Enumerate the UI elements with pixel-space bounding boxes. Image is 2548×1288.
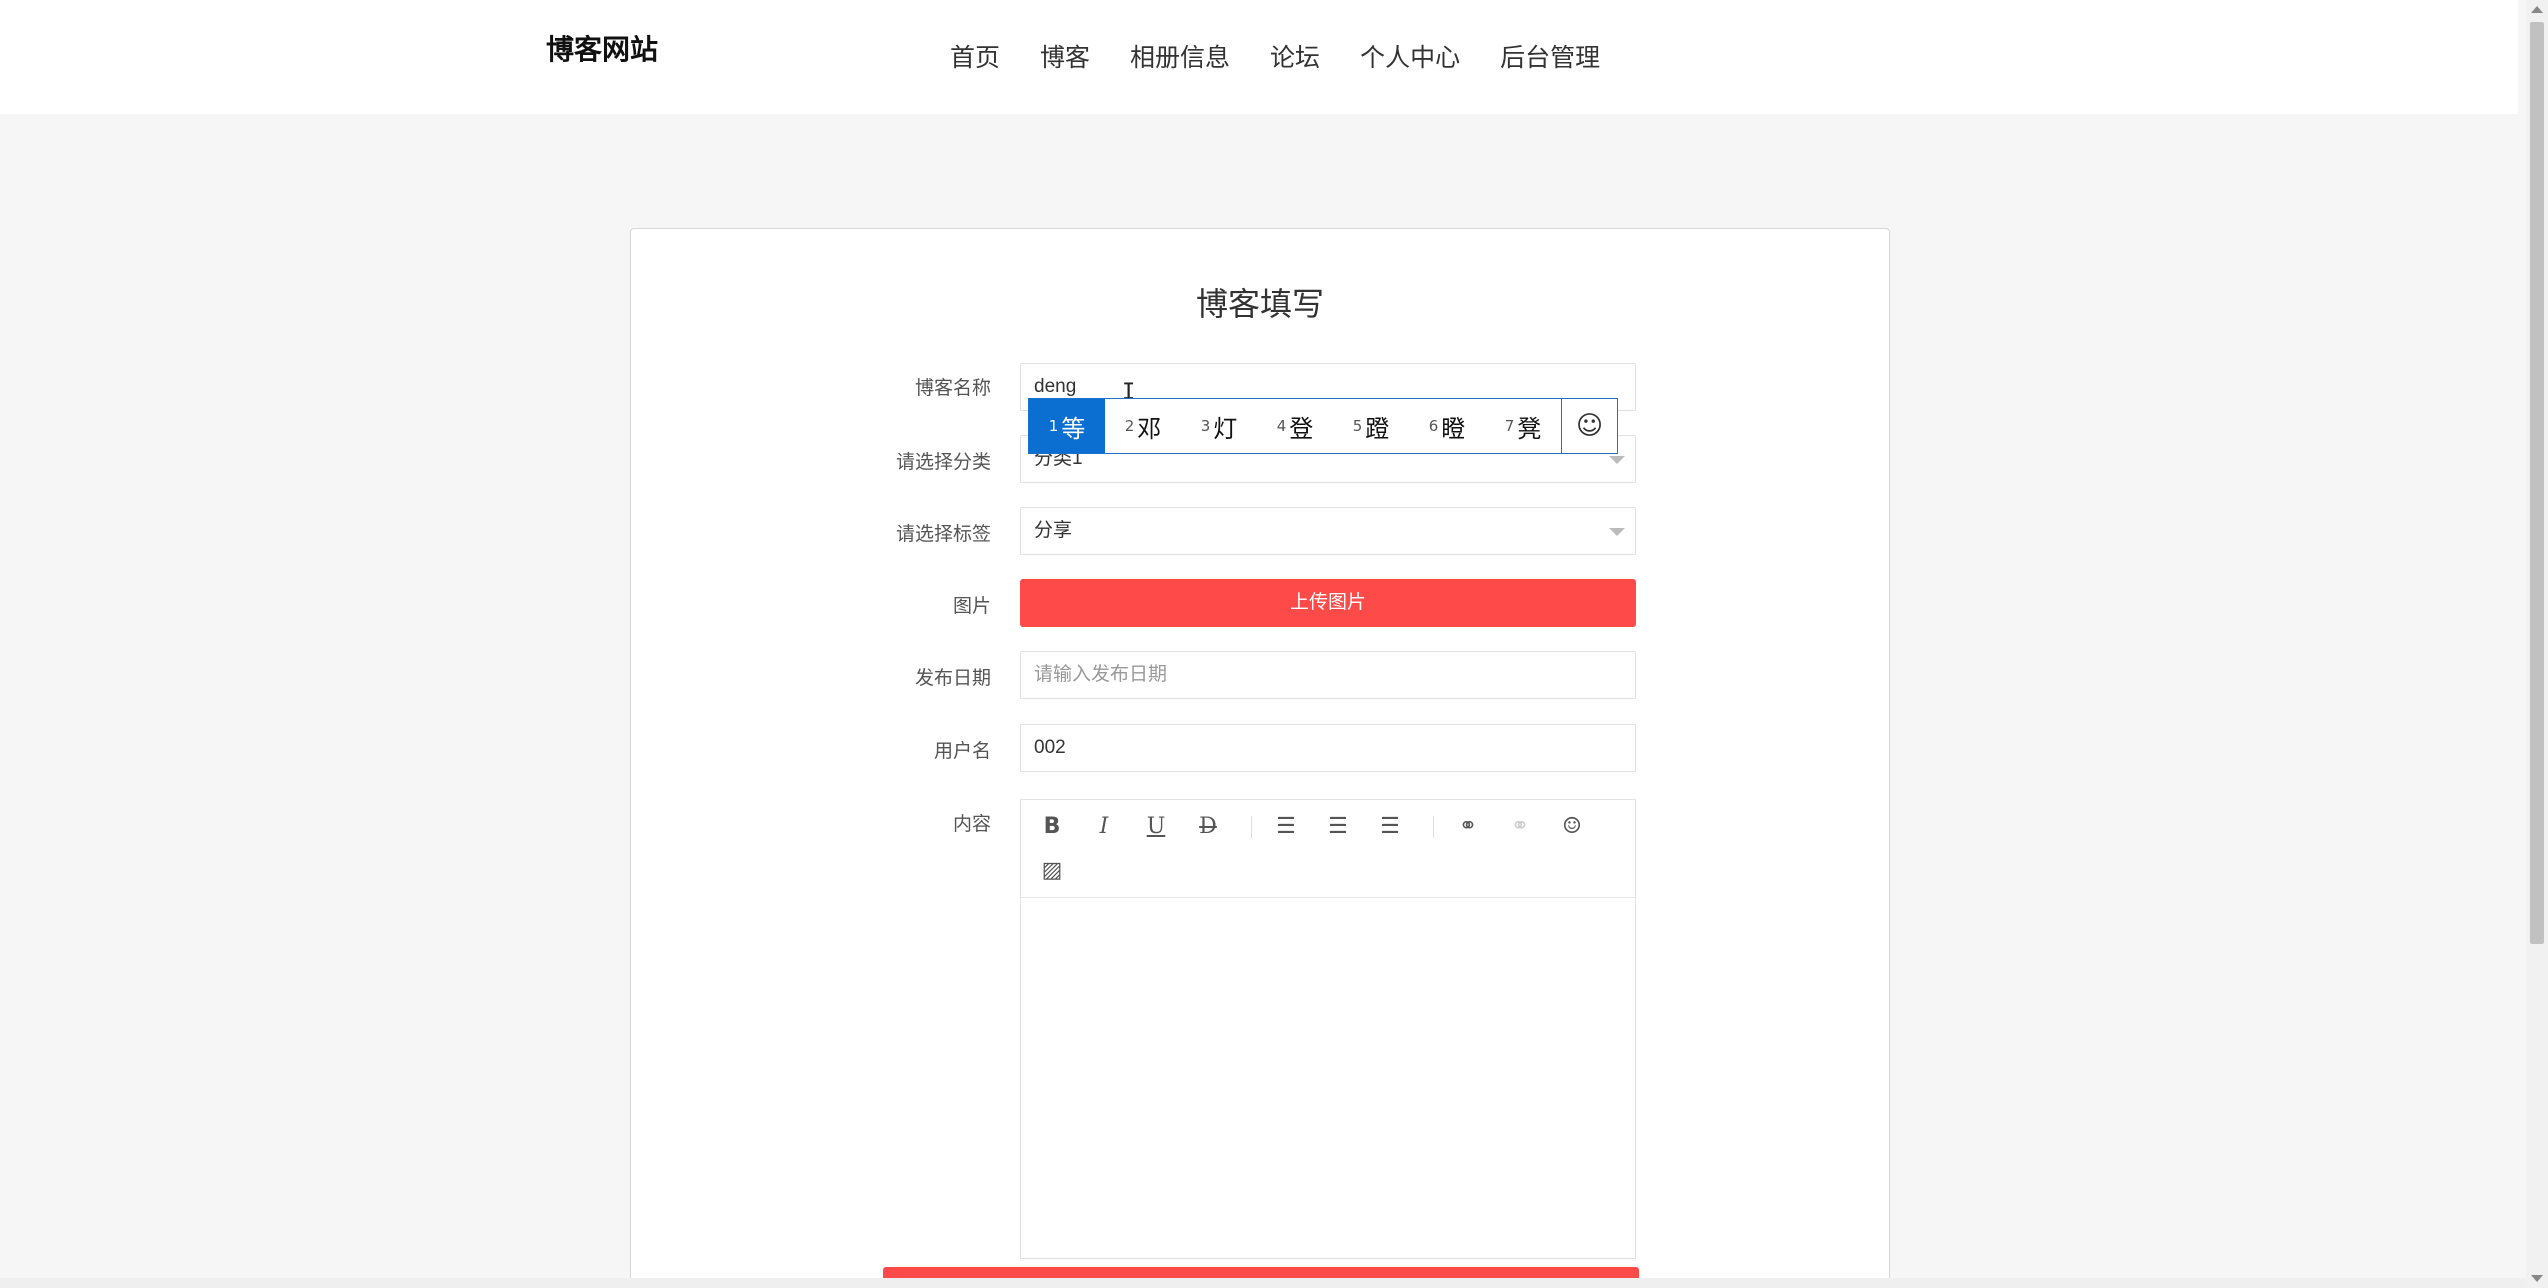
username-input[interactable]: 002: [1020, 724, 1636, 772]
horizontal-scrollbar[interactable]: [0, 1278, 2526, 1288]
content-label: 内容: [952, 814, 991, 835]
content-editor: B I U D ☰ ☰ ☰ ⚭ ⚭ ☺ ▨: [1020, 799, 1636, 1259]
tag-value: 分享: [1034, 520, 1073, 541]
chevron-down-icon: [1609, 456, 1625, 464]
unlink-icon[interactable]: ⚭: [1505, 812, 1535, 842]
publish-date-label: 发布日期: [914, 668, 991, 689]
ime-candidate[interactable]: 7凳: [1485, 399, 1561, 453]
strikethrough-icon[interactable]: D: [1193, 812, 1223, 842]
ime-candidate[interactable]: 4登: [1257, 399, 1333, 453]
blog-form-card: 博客填写 博客名称 deng 请选择分类 分类1 请选择标签 分享 图片 上传图…: [630, 228, 1890, 1288]
ime-candidate-popup: 1等 2邓 3灯 4登 5蹬 6瞪 7凳 ☺: [1028, 398, 1618, 454]
form-title: 博客填写: [1195, 286, 1324, 322]
tag-select[interactable]: 分享: [1020, 507, 1636, 555]
ime-candidate[interactable]: 5蹬: [1333, 399, 1409, 453]
align-right-icon[interactable]: ☰: [1375, 812, 1405, 842]
editor-toolbar: B I U D ☰ ☰ ☰ ⚭ ⚭ ☺ ▨: [1021, 800, 1635, 898]
chevron-down-icon: [1609, 528, 1625, 536]
bold-icon[interactable]: B: [1037, 812, 1067, 842]
align-center-icon[interactable]: ☰: [1323, 812, 1353, 842]
tag-label: 请选择标签: [895, 524, 991, 545]
vertical-scrollbar[interactable]: [2526, 0, 2548, 1288]
scroll-up-icon[interactable]: [2531, 6, 2543, 13]
top-header: 博客网站 首页 博客 相册信息 论坛 个人中心 后台管理: [0, 0, 2518, 114]
underline-icon[interactable]: U: [1141, 812, 1171, 842]
link-icon[interactable]: ⚭: [1453, 812, 1483, 842]
image-label: 图片: [952, 596, 991, 617]
editor-content-area[interactable]: [1021, 898, 1635, 1258]
nav-album[interactable]: 相册信息: [1130, 38, 1230, 74]
nav-profile[interactable]: 个人中心: [1360, 38, 1460, 74]
nav-admin[interactable]: 后台管理: [1500, 38, 1600, 74]
category-label: 请选择分类: [895, 452, 991, 473]
ime-candidate[interactable]: 6瞪: [1409, 399, 1485, 453]
main-nav: 首页 博客 相册信息 论坛 个人中心 后台管理: [950, 38, 1640, 74]
scroll-thumb[interactable]: [2530, 22, 2544, 944]
upload-image-button[interactable]: 上传图片: [1020, 579, 1636, 627]
emoji-icon[interactable]: ☺: [1557, 812, 1587, 842]
ime-emoji-icon[interactable]: ☺: [1561, 399, 1617, 453]
ime-candidate[interactable]: 2邓: [1105, 399, 1181, 453]
nav-forum[interactable]: 论坛: [1270, 38, 1320, 74]
image-icon[interactable]: ▨: [1037, 856, 1067, 886]
toolbar-divider: [1433, 816, 1434, 838]
ime-candidate[interactable]: 1等: [1029, 399, 1105, 453]
site-logo[interactable]: 博客网站: [546, 28, 658, 68]
username-label: 用户名: [933, 741, 991, 762]
italic-icon[interactable]: I: [1089, 812, 1119, 842]
blog-name-label: 博客名称: [914, 378, 991, 399]
ime-candidate[interactable]: 3灯: [1181, 399, 1257, 453]
align-left-icon[interactable]: ☰: [1271, 812, 1301, 842]
scroll-down-icon[interactable]: [2531, 1275, 2543, 1282]
toolbar-divider: [1251, 816, 1252, 838]
publish-date-input[interactable]: 请输入发布日期: [1020, 651, 1636, 699]
nav-home[interactable]: 首页: [950, 38, 1000, 74]
nav-blog[interactable]: 博客: [1040, 38, 1090, 74]
